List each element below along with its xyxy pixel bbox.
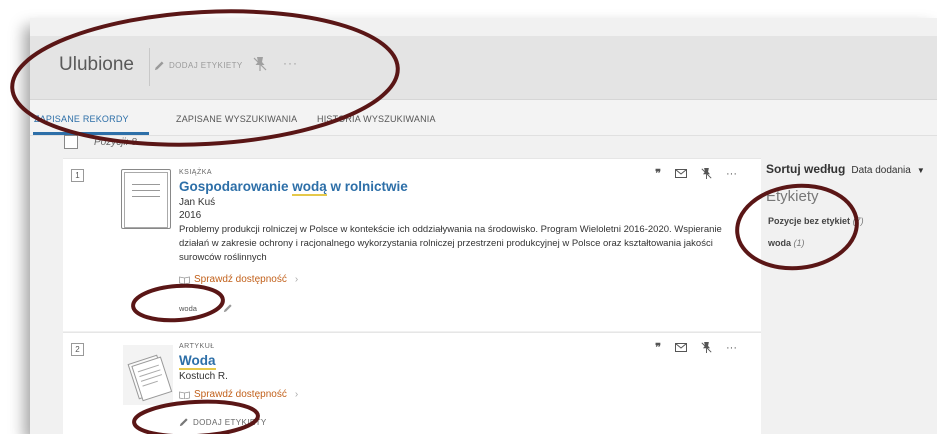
tab-saved-records[interactable]: ZAPISANE REKORDY	[34, 114, 129, 124]
page-title: Ulubione	[59, 54, 134, 75]
tags-heading: Etykiety	[766, 188, 819, 205]
record-title-part: w rolnictwie	[326, 179, 408, 194]
record-card: 1 KSIĄŻKA Gospodarowanie wodą w rolnictw…	[63, 158, 761, 331]
tag-filter-name: Pozycje bez etykiet	[768, 216, 851, 226]
record-type: KSIĄŻKA	[179, 169, 213, 176]
check-availability-link[interactable]: Sprawdź dostępność ›	[179, 389, 298, 400]
tag-filter-untagged[interactable]: Pozycje bez etykiet (7)	[768, 216, 864, 226]
email-icon[interactable]	[675, 169, 687, 178]
record-author: Kostuch R.	[179, 371, 228, 382]
header-divider	[149, 48, 150, 86]
record-title-part: Gospodarowanie	[179, 179, 293, 194]
record-year: 2016	[179, 210, 202, 221]
quote-icon[interactable]: ❞	[655, 167, 661, 180]
check-availability-link[interactable]: Sprawdź dostępność ›	[179, 274, 298, 285]
tag-filter-name: woda	[768, 238, 792, 248]
add-tags-button[interactable]: DODAJ ETYKIETY	[154, 60, 243, 71]
book-open-icon	[179, 276, 190, 284]
pencil-icon[interactable]	[223, 303, 233, 313]
record-type: ARTYKUŁ	[179, 343, 215, 350]
quote-icon[interactable]: ❞	[655, 341, 661, 354]
record-index: 1	[71, 169, 84, 182]
tab-bar: ZAPISANE REKORDY ZAPISANE WYSZUKIWANIA H…	[30, 100, 937, 136]
tab-saved-searches[interactable]: ZAPISANE WYSZUKIWANIA	[176, 114, 297, 124]
record-card: 2 ARTYKUŁ Woda Kostuch R. Sprawdź dostęp…	[63, 332, 761, 434]
record-tag[interactable]: woda	[179, 303, 233, 313]
record-title-highlight: Woda	[179, 353, 216, 370]
tag-filter-woda[interactable]: woda (1)	[768, 238, 805, 248]
add-tags-label: DODAJ ETYKIETY	[169, 61, 243, 70]
tag-filter-count: (1)	[793, 238, 805, 248]
email-icon[interactable]	[675, 343, 687, 352]
unpin-icon[interactable]	[701, 341, 712, 354]
sort-value: Data dodania	[851, 165, 911, 176]
record-title-link[interactable]: Woda	[179, 353, 216, 370]
tag-label: woda	[179, 303, 197, 313]
results-sidebar: Sortuj według Data dodania ▼ Etykiety Pozy…	[766, 158, 937, 422]
app-frame: Ulubione DODAJ ETYKIETY ··· ZAPISANE REK…	[30, 18, 937, 434]
sort-label: Sortuj według	[766, 162, 846, 176]
availability-label: Sprawdź dostępność	[194, 389, 287, 400]
record-description: Problemy produkcji rolniczej w Polsce w …	[179, 224, 722, 263]
document-icon	[123, 345, 173, 405]
more-icon[interactable]: ···	[726, 342, 737, 354]
sort-control[interactable]: Sortuj według Data dodania ▼	[766, 162, 925, 176]
unpin-icon[interactable]	[701, 167, 712, 180]
pencil-icon	[154, 61, 164, 71]
record-actions: ❞ ···	[655, 167, 737, 181]
add-tags-label: DODAJ ETYKIETY	[193, 417, 267, 427]
more-icon[interactable]: ···	[726, 168, 737, 180]
more-icon[interactable]: ···	[283, 56, 298, 70]
record-author: Jan Kuś	[179, 197, 216, 208]
item-count: Pozycji: 8	[94, 136, 137, 148]
tab-search-history[interactable]: HISTORIA WYSZUKIWANIA	[317, 114, 436, 124]
pencil-icon	[179, 418, 188, 427]
tag-filter-count: (7)	[852, 216, 864, 226]
chevron-right-icon: ›	[294, 274, 299, 285]
select-all-row: Pozycji: 8	[64, 135, 137, 149]
unpin-icon[interactable]	[253, 56, 267, 72]
add-tags-button[interactable]: DODAJ ETYKIETY	[179, 417, 267, 427]
favorites-header: Ulubione DODAJ ETYKIETY ···	[30, 36, 937, 100]
select-all-checkbox[interactable]	[64, 135, 78, 149]
caret-down-icon: ▼	[916, 166, 925, 175]
availability-label: Sprawdź dostępność	[194, 274, 287, 285]
record-title-link[interactable]: Gospodarowanie wodą w rolnictwie	[179, 179, 408, 196]
record-actions: ❞ ···	[655, 341, 737, 355]
record-title-highlight: wodą	[292, 179, 327, 196]
book-icon	[121, 169, 171, 229]
chevron-right-icon: ›	[294, 389, 299, 400]
book-open-icon	[179, 391, 190, 399]
record-index: 2	[71, 343, 84, 356]
